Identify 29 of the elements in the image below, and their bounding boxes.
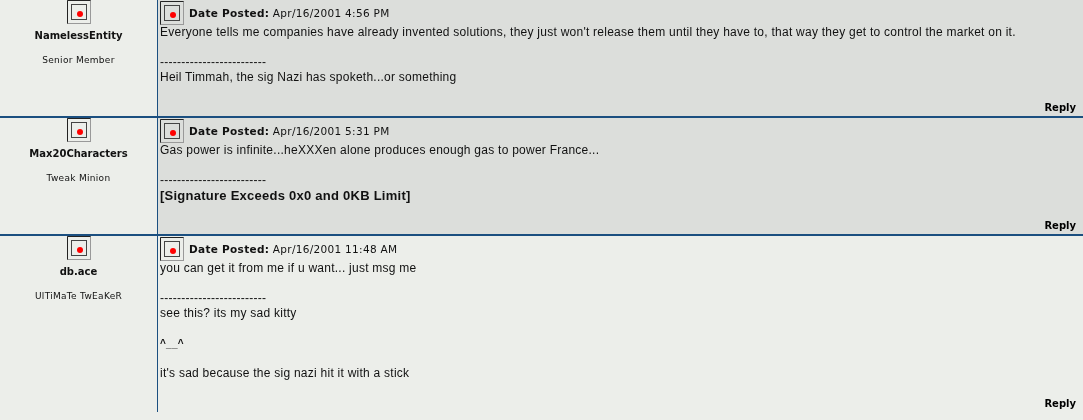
- signature-separator: -------------------------: [160, 291, 267, 306]
- emoticon-text: ^__^: [160, 337, 184, 351]
- signature-text: [Signature Exceeds 0x0 and 0KB Limit]: [160, 188, 411, 203]
- signature-text: Heil Timmah, the sig Nazi has spoketh...or something: [160, 70, 457, 85]
- member-rank: UlTiMaTe TwEaKeR: [34, 290, 123, 302]
- broken-image-icon: [66, 236, 91, 260]
- broken-image-icon: [66, 0, 91, 24]
- date-posted: Date Posted: Apr/16/2001 11:48 AM: [189, 243, 398, 255]
- signature-text: it's sad because the sig nazi hit it with a stick: [160, 366, 410, 381]
- broken-image-icon: [160, 119, 184, 143]
- broken-image-icon: [66, 118, 91, 142]
- author-name: NamelessEntity: [34, 29, 123, 43]
- date-posted: Date Posted: Apr/16/2001 5:31 PM: [189, 125, 390, 137]
- signature-separator: -------------------------: [160, 55, 267, 70]
- signature-separator: -------------------------: [160, 173, 267, 188]
- post-body: Everyone tells me companies have already invented solutions, they just won't release them until they have to, that way they get to control the market on it.: [160, 25, 1016, 40]
- member-rank: Tweak Minion: [46, 172, 111, 184]
- post-body: Gas power is infinite...heXXXen alone produces enough gas to power France...: [160, 143, 600, 158]
- broken-image-icon: [160, 237, 184, 261]
- date-posted: Date Posted: Apr/16/2001 4:56 PM: [189, 7, 390, 19]
- broken-image-icon: [160, 1, 184, 25]
- member-rank: Senior Member: [42, 54, 115, 66]
- reply-link[interactable]: Reply: [1044, 100, 1076, 115]
- reply-link[interactable]: Reply: [1044, 218, 1076, 233]
- reply-link[interactable]: Reply: [1044, 396, 1076, 411]
- author-name: db.ace: [59, 265, 98, 279]
- signature-text: see this? its my sad kitty: [160, 306, 297, 321]
- author-name: Max20Characters: [29, 147, 128, 161]
- post-body: you can get it from me if u want... just msg me: [160, 261, 417, 276]
